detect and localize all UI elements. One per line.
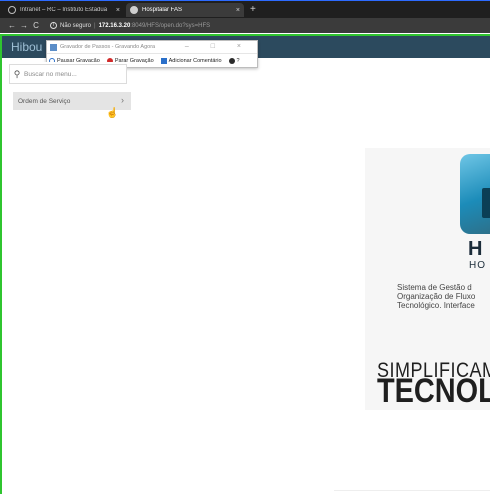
window-controls[interactable]: – □ ×	[185, 43, 251, 50]
system-description: Sistema de Gestão d Organização de Fluxo…	[397, 283, 490, 310]
url-host[interactable]: 172.16.3.20	[99, 23, 131, 29]
close-tab-icon[interactable]: ×	[116, 7, 120, 14]
slogan-line-2: TECNOL	[377, 372, 490, 410]
recorder-logo-icon	[50, 43, 57, 51]
menu-item-label: Ordem de Serviço	[18, 97, 71, 105]
info-icon[interactable]: i	[50, 22, 57, 29]
address-bar: ← → C i Não seguro | 172.16.3.20 :8049/H…	[0, 18, 490, 33]
splash-panel: H HO Sistema de Gestão d Organização de …	[365, 148, 490, 410]
reload-button[interactable]: C	[30, 21, 42, 30]
recorder-titlebar[interactable]: Gravador de Passos - Gravando Agora – □ …	[47, 41, 257, 53]
hand-cursor-icon: ☝	[106, 108, 119, 119]
logo-letter: H	[468, 238, 483, 260]
recorder-title: Gravador de Passos - Gravando Agora	[60, 44, 156, 50]
globe-icon	[8, 6, 16, 14]
logo-subtitle: HO	[469, 260, 486, 271]
comment-label: Adicionar Comentário	[168, 57, 222, 64]
description-line: Tecnológico. Interface	[397, 301, 475, 310]
security-label: Não seguro	[60, 22, 92, 29]
search-icon: ⚲	[13, 68, 21, 79]
menu-search-input[interactable]: ⚲ Buscar no menu...	[9, 64, 127, 84]
hibou-logo-icon	[460, 154, 490, 234]
separator: |	[94, 22, 96, 29]
tab-hospitalar[interactable]: Hospitalar FAS ×	[126, 3, 244, 17]
url-path[interactable]: :8049/HFS/open.do?sys=HFS	[130, 23, 210, 29]
description-line: Sistema de Gestão d	[397, 283, 472, 292]
screen: Intranet – RC – Instituto Estadua × Hosp…	[0, 0, 490, 494]
divider	[334, 490, 490, 491]
recording-border-left	[0, 34, 2, 494]
forward-button[interactable]: →	[18, 21, 30, 30]
browser-tab-strip: Intranet – RC – Instituto Estadua × Hosp…	[0, 0, 490, 18]
help-label: ?	[236, 57, 240, 64]
tab-intranet[interactable]: Intranet – RC – Instituto Estadua ×	[4, 3, 124, 17]
comment-icon	[160, 57, 167, 64]
help-icon	[228, 57, 235, 64]
search-placeholder: Buscar no menu...	[24, 70, 77, 78]
back-button[interactable]: ←	[6, 21, 18, 30]
app-brand[interactable]: Hibou	[11, 40, 42, 54]
description-line: Organização de Fluxo	[397, 292, 476, 301]
logo-mark	[482, 188, 490, 218]
close-tab-icon[interactable]: ×	[236, 7, 240, 14]
site-favicon-icon	[130, 6, 138, 14]
tab-title: Hospitalar FAS	[142, 7, 183, 13]
add-comment-button[interactable]: Adicionar Comentário	[160, 57, 222, 64]
new-tab-button[interactable]: +	[250, 3, 256, 17]
chevron-right-icon: ›	[121, 95, 124, 105]
help-button[interactable]: ?	[228, 57, 240, 64]
tab-title: Intranet – RC – Instituto Estadua	[20, 7, 108, 13]
